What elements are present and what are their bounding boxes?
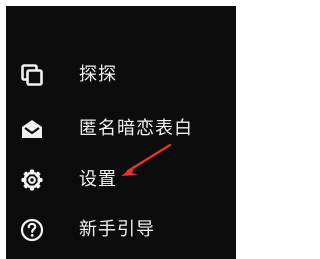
gear-icon — [20, 168, 44, 192]
envelope-open-icon — [20, 117, 44, 141]
menu-item-guide[interactable]: 新手引导 — [6, 206, 236, 254]
side-menu-panel: 探探 匿名暗恋表白 设置 新手引导 — [6, 6, 236, 259]
menu-item-label: 新手引导 — [79, 219, 155, 240]
menu-item-tantan[interactable]: 探探 — [6, 51, 236, 99]
question-circle-icon — [20, 218, 44, 242]
menu-item-label: 设置 — [79, 169, 117, 190]
menu-item-label: 匿名暗恋表白 — [79, 118, 193, 139]
cards-stack-icon — [20, 63, 44, 87]
red-arrow-annotation — [118, 142, 174, 182]
menu-item-label: 探探 — [79, 64, 117, 85]
